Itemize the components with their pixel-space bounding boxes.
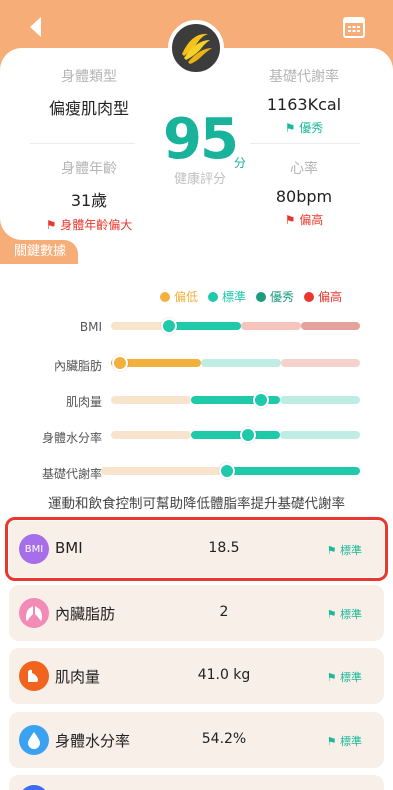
metric-name: BMI — [55, 539, 83, 557]
metric-name: 身體水分率 — [55, 732, 131, 750]
range-segment — [201, 359, 281, 367]
flag-icon: ⚑ — [326, 735, 337, 748]
bmr-value: 1163Kcal — [266, 95, 342, 114]
bmr-note: ⚑ 優秀 — [284, 121, 324, 135]
chart-legend: 偏低 標準 優秀 偏高 — [160, 288, 342, 305]
value-marker — [219, 463, 235, 479]
range-segment — [241, 322, 301, 330]
metric-status: ⚑ 標準 — [326, 544, 362, 557]
muscle-icon — [19, 661, 49, 691]
back-button[interactable] — [26, 15, 46, 39]
legend-high: 偏高 — [304, 288, 342, 305]
legend-dot — [256, 291, 267, 302]
value-marker — [112, 355, 128, 371]
chart-row-label: BMI — [79, 320, 102, 334]
chart-row-label: 內臟脂肪 — [53, 359, 102, 373]
body-age-stat: 身體年齡 31歲 ⚑ 身體年齡偏大 — [19, 158, 159, 233]
chart-row-label: 肌肉量 — [65, 395, 102, 409]
metric-card-bmi[interactable]: BMI BMI 18.5 ⚑ 標準 — [5, 517, 388, 581]
legend-excellent: 優秀 — [256, 288, 294, 305]
metric-card-water[interactable]: 身體水分率 54.2% ⚑ 標準 — [9, 712, 384, 768]
lungs-icon — [19, 598, 49, 628]
legend-dot — [304, 291, 315, 302]
body-type-value: 偏瘦肌肉型 — [48, 99, 129, 118]
flag-icon: ⚑ — [45, 218, 57, 232]
chart-row-label: 身體水分率 — [41, 431, 102, 445]
body-age-value: 31歲 — [70, 191, 108, 210]
legend-dot — [208, 291, 219, 302]
health-score: 95 分 健康評分 — [155, 107, 246, 188]
heart-rate-value: 80bpm — [275, 187, 333, 206]
legend-low: 偏低 — [160, 288, 198, 305]
metric-status: ⚑ 標準 — [326, 608, 362, 621]
body-age-label: 身體年齡 — [61, 161, 117, 177]
metric-name: 內臟脂肪 — [55, 605, 116, 623]
heart-rate-stat: 心率 80bpm ⚑ 偏高 — [234, 158, 374, 228]
range-segment — [191, 431, 280, 439]
back-arrow-icon — [30, 17, 41, 37]
bmr-stat: 基礎代謝率 1163Kcal ⚑ 優秀 — [234, 66, 374, 136]
banana-icon — [168, 20, 224, 76]
value-marker — [253, 392, 269, 408]
flag-icon: ⚑ — [326, 671, 337, 684]
metric-card-partial[interactable] — [9, 775, 384, 790]
bmi-icon: BMI — [19, 534, 49, 564]
metric-card-muscle[interactable]: 肌肉量 41.0 kg ⚑ 標準 — [9, 648, 384, 704]
advice-text: 運動和飲食控制可幫助降低體脂率提升基礎代謝率 — [48, 496, 345, 512]
body-age-note: ⚑ 身體年齡偏大 — [45, 218, 133, 232]
divider — [30, 143, 135, 144]
metric-name: 肌肉量 — [55, 668, 101, 686]
metric-value: 18.5 — [208, 540, 240, 556]
metric-card-visceral-fat[interactable]: 內臟脂肪 2 ⚑ 標準 — [9, 585, 384, 641]
heart-rate-label: 心率 — [290, 161, 318, 177]
water-drop-icon — [19, 725, 49, 755]
range-segment — [111, 431, 191, 439]
flag-icon: ⚑ — [284, 213, 296, 227]
range-segment — [101, 467, 227, 475]
score-value: 95 — [163, 107, 239, 172]
value-marker — [161, 318, 177, 334]
metric-value: 54.2% — [201, 731, 247, 747]
flag-icon: ⚑ — [326, 608, 337, 621]
metric-value: 2 — [219, 604, 229, 620]
range-segment — [111, 396, 191, 404]
flag-icon: ⚑ — [284, 121, 296, 135]
value-marker — [240, 427, 256, 443]
range-segment — [171, 322, 241, 330]
body-type-stat: 身體類型 偏瘦肌肉型 — [19, 66, 159, 119]
metric-status: ⚑ 標準 — [326, 735, 362, 748]
range-segment — [280, 431, 360, 439]
divider — [250, 143, 360, 144]
metric-status: ⚑ 標準 — [326, 671, 362, 684]
heart-rate-note: ⚑ 偏高 — [284, 213, 324, 227]
metric-value: 41.0 kg — [197, 667, 251, 683]
range-segment — [227, 467, 360, 475]
chart-row-label: 基礎代謝率 — [41, 467, 102, 481]
range-segment — [301, 322, 360, 330]
legend-dot — [160, 291, 170, 302]
section-title: 關鍵數據 — [0, 240, 78, 264]
metric-icon — [19, 785, 49, 790]
body-type-label: 身體類型 — [61, 69, 117, 85]
flag-icon: ⚑ — [326, 544, 337, 557]
calendar-icon — [343, 17, 365, 38]
range-segment — [281, 359, 360, 367]
calendar-button[interactable] — [342, 15, 366, 39]
bmr-label: 基礎代謝率 — [269, 69, 339, 85]
legend-standard: 標準 — [208, 288, 246, 305]
range-segment — [280, 396, 360, 404]
